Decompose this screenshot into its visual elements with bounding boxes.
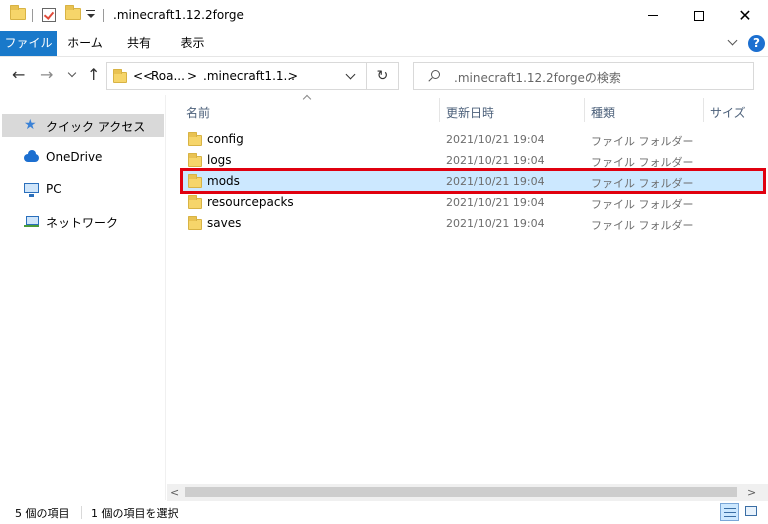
column-header-size[interactable]: サイズ — [704, 95, 768, 123]
search-input[interactable]: .minecraft1.12.2forgeの検索 — [413, 62, 754, 90]
highlight-annotation — [180, 168, 766, 194]
sidebar-item-label: ネットワーク — [46, 216, 119, 230]
cloud-icon — [24, 150, 40, 165]
divider — [103, 9, 104, 22]
selected-count: 1 個の項目を選択 — [91, 507, 179, 520]
scroll-left-icon[interactable]: < — [170, 486, 179, 499]
column-title: 種類 — [591, 106, 616, 120]
file-type: ファイル フォルダー — [591, 219, 694, 232]
horizontal-scrollbar[interactable]: < > — [167, 484, 768, 501]
large-icons-view-icon — [745, 506, 757, 516]
network-icon — [24, 214, 40, 229]
title-bar: .minecraft1.12.2forge ✕ — [0, 0, 768, 31]
expand-ribbon-icon[interactable] — [728, 36, 738, 46]
sidebar-item-label: OneDrive — [46, 150, 103, 164]
column-header-date[interactable]: 更新日時 — [440, 95, 584, 123]
close-icon: ✕ — [738, 5, 752, 25]
breadcrumb-separator[interactable]: > — [187, 69, 197, 83]
new-folder-icon[interactable] — [65, 5, 81, 20]
file-name: logs — [207, 153, 232, 167]
large-icons-view-button[interactable] — [742, 503, 761, 521]
file-date: 2021/10/21 19:04 — [446, 196, 545, 209]
item-count: 5 個の項目 — [15, 507, 70, 520]
column-header-type[interactable]: 種類 — [585, 95, 703, 123]
column-title: 更新日時 — [446, 106, 495, 120]
maximize-button[interactable] — [676, 0, 722, 31]
file-type: ファイル フォルダー — [591, 135, 694, 148]
details-view-button[interactable] — [720, 503, 739, 521]
divider — [81, 506, 82, 519]
minimize-icon — [648, 15, 658, 16]
quick-access-dropdown-icon[interactable] — [86, 10, 95, 20]
forward-arrow-icon[interactable]: → — [40, 67, 53, 83]
column-title: サイズ — [710, 106, 746, 120]
breadcrumb-separator[interactable]: > — [288, 69, 298, 83]
sort-ascending-icon — [302, 94, 312, 104]
tab-home[interactable]: ホーム — [57, 31, 113, 56]
folder-icon — [188, 195, 202, 209]
file-date: 2021/10/21 19:04 — [446, 133, 545, 146]
column-title: 名前 — [186, 106, 211, 120]
tab-file[interactable]: ファイル — [0, 31, 57, 56]
column-header-name[interactable]: 名前 — [167, 94, 439, 123]
refresh-button[interactable]: ↻ — [367, 62, 399, 90]
window-title: .minecraft1.12.2forge — [113, 8, 244, 22]
status-bar: 5 個の項目 1 個の項目を選択 — [0, 501, 768, 524]
up-arrow-icon[interactable]: ↑ — [87, 67, 100, 83]
sidebar-item-label: PC — [46, 182, 62, 196]
file-row-config[interactable]: config 2021/10/21 19:04 ファイル フォルダー — [181, 129, 765, 150]
folder-icon — [10, 5, 26, 20]
sidebar-item-onedrive[interactable]: OneDrive — [2, 146, 164, 169]
scroll-right-icon[interactable]: > — [747, 486, 756, 499]
search-placeholder: .minecraft1.12.2forgeの検索 — [454, 71, 621, 85]
navigation-bar: ← → ↑ << Roa... > .minecraft1.1... > ↻ .… — [0, 57, 768, 95]
file-name: saves — [207, 216, 242, 230]
file-date: 2021/10/21 19:04 — [446, 217, 545, 230]
file-name: config — [207, 132, 244, 146]
properties-icon[interactable] — [42, 8, 56, 22]
tab-share[interactable]: 共有 — [113, 31, 165, 56]
file-type: ファイル フォルダー — [591, 198, 694, 211]
tab-view[interactable]: 表示 — [165, 31, 220, 56]
search-icon — [428, 70, 440, 81]
maximize-icon — [694, 10, 704, 21]
file-date: 2021/10/21 19:04 — [446, 154, 545, 167]
back-arrow-icon[interactable]: ← — [12, 67, 25, 83]
help-icon[interactable]: ? — [748, 35, 765, 52]
address-dropdown-icon[interactable] — [345, 69, 356, 80]
file-row-saves[interactable]: saves 2021/10/21 19:04 ファイル フォルダー — [181, 213, 765, 234]
sidebar-item-network[interactable]: ネットワーク — [2, 210, 164, 233]
file-list: 名前 更新日時 種類 サイズ config 2021/10/21 19:04 フ… — [167, 94, 768, 485]
star-icon: ★ — [24, 117, 37, 133]
details-view-icon — [724, 508, 736, 517]
folder-icon — [188, 216, 202, 230]
divider — [32, 9, 33, 22]
minimize-button[interactable] — [630, 0, 676, 31]
scrollbar-thumb[interactable] — [185, 487, 737, 497]
folder-icon — [188, 132, 202, 146]
close-button[interactable]: ✕ — [722, 0, 768, 31]
navigation-pane: ★ クイック アクセス OneDrive PC ネットワーク — [0, 95, 166, 500]
file-row-resourcepacks[interactable]: resourcepacks 2021/10/21 19:04 ファイル フォルダ… — [181, 192, 765, 213]
file-name: resourcepacks — [207, 195, 294, 209]
sidebar-item-quick-access[interactable]: ★ クイック アクセス — [2, 114, 164, 137]
pc-icon — [24, 182, 40, 197]
recent-locations-icon[interactable] — [67, 68, 77, 78]
folder-icon — [188, 153, 202, 167]
address-bar[interactable]: << Roa... > .minecraft1.1... > — [106, 62, 367, 90]
sidebar-item-pc[interactable]: PC — [2, 178, 164, 201]
ribbon: ファイル ホーム 共有 表示 ? — [0, 31, 768, 57]
breadcrumb-roaming[interactable]: Roa... — [151, 69, 185, 83]
breadcrumb-minecraft[interactable]: .minecraft1.1... — [203, 69, 295, 83]
folder-icon — [113, 69, 127, 83]
sidebar-item-label: クイック アクセス — [46, 120, 146, 134]
